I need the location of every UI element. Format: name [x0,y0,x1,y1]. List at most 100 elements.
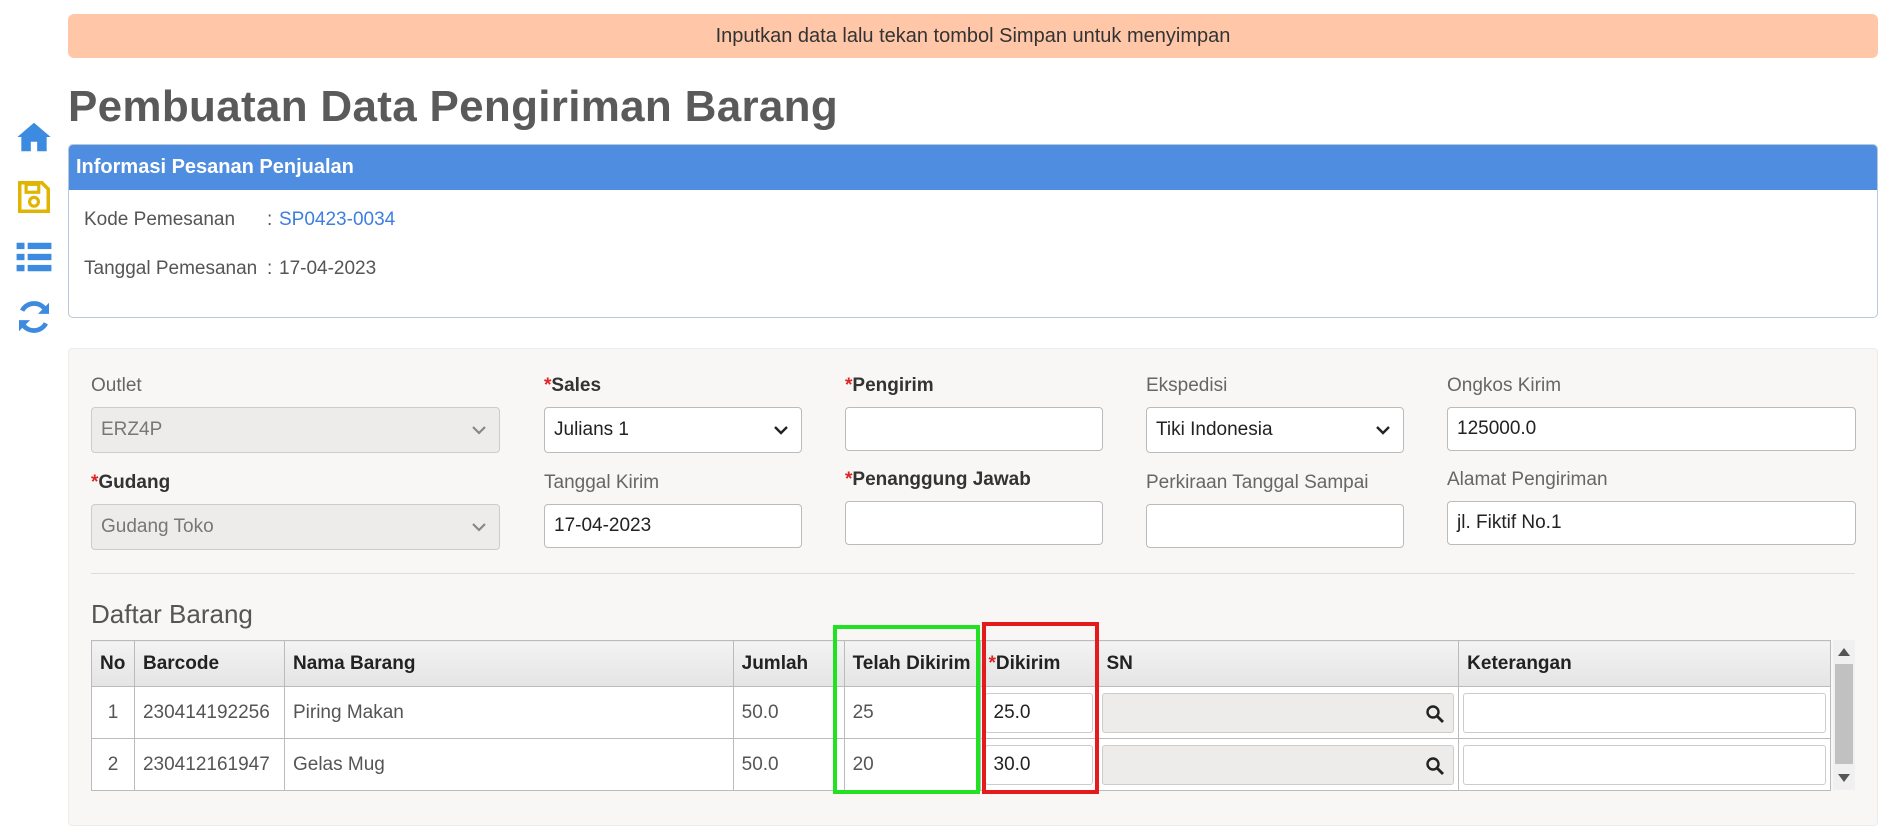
row-nama-barang: Gelas Mug [283,738,734,791]
pengirim-field: *Pengirim [845,375,1103,451]
ekspedisi-field: Ekspedisi Tiki Indonesia [1146,375,1404,453]
penanggung-jawab-field: *Penanggung Jawab [845,469,1103,545]
row-dikirim-cell: 25.0 [979,686,1099,739]
col-keterangan: Keterangan [1458,640,1831,687]
refresh-button[interactable] [12,295,56,339]
order-code-link[interactable]: SP0423-0034 [279,209,395,231]
refresh-icon [18,301,50,333]
order-code-row: Kode Pemesanan : SP0423-0034 [84,209,395,231]
ongkos-kirim-input[interactable]: 125000.0 [1447,407,1856,451]
alamat-field: Alamat Pengiriman jl. Fiktif No.1 [1447,469,1856,545]
list-button[interactable] [12,235,56,279]
sidebar [12,115,56,355]
ekspedisi-value: Tiki Indonesia [1156,419,1273,440]
row-keterangan-cell [1458,686,1831,739]
table-row: 1 230414192256 Piring Makan 50.0 25 25.0 [91,686,1831,739]
gudang-label: *Gudang [91,472,500,494]
row-barcode: 230412161947 [133,738,285,791]
ongkos-kirim-label: Ongkos Kirim [1447,375,1562,396]
items-table: No Barcode Nama Barang Jumlah Telah Diki… [91,640,1831,791]
order-date-label: Tanggal Pemesanan [84,258,258,279]
row-telah-dikirim: 20 [843,738,981,791]
tanggal-kirim-value: 17-04-2023 [554,515,652,536]
alamat-input[interactable]: jl. Fiktif No.1 [1447,501,1856,545]
outlet-label: Outlet [91,375,142,396]
tanggal-kirim-input[interactable]: 17-04-2023 [544,504,802,548]
order-date-separator: : [267,258,273,279]
save-button[interactable] [12,175,56,219]
row-jumlah: 50.0 [732,686,845,739]
col-nama-barang: Nama Barang [283,640,734,687]
col-jumlah: Jumlah [732,640,845,687]
required-marker: * [988,652,996,674]
ekspedisi-select[interactable]: Tiki Indonesia [1146,407,1404,453]
gudang-select[interactable]: Gudang Toko [91,504,500,550]
dikirim-value: 30.0 [993,753,1031,775]
penanggung-jawab-label: *Penanggung Jawab [845,469,1103,491]
items-table-wrapper: No Barcode Nama Barang Jumlah Telah Diki… [91,640,1855,791]
chevron-down-icon [1376,426,1390,435]
ongkos-kirim-value: 125000.0 [1457,418,1537,439]
row-telah-dikirim: 25 [843,686,981,739]
tanggal-kirim-label: Tanggal Kirim [544,472,660,493]
chevron-down-icon [774,426,788,435]
search-icon[interactable] [1425,704,1445,724]
order-info-header: Informasi Pesanan Penjualan [69,145,1877,190]
chevron-down-icon [472,523,486,532]
shipment-form: Outlet ERZ4P *Sales Julians 1 *Pengirim … [68,348,1878,826]
keterangan-input[interactable] [1463,744,1826,785]
table-header-row: No Barcode Nama Barang Jumlah Telah Diki… [91,640,1831,687]
sn-input[interactable] [1102,692,1455,733]
sales-value: Julians 1 [554,419,629,440]
gudang-label-text: Gudang [98,472,171,493]
pengirim-label-text: Pengirim [852,375,934,396]
scroll-down-arrow[interactable] [1838,774,1850,782]
perkiraan-tanggal-field: Perkiraan Tanggal Sampai [1146,472,1404,548]
ekspedisi-label: Ekspedisi [1146,375,1228,396]
gudang-field: *Gudang Gudang Toko [91,472,500,550]
page-title: Pembuatan Data Pengiriman Barang [68,82,839,131]
save-icon [18,181,50,213]
row-sn-cell [1097,738,1460,791]
divider [91,573,1855,574]
perkiraan-tanggal-label: Perkiraan Tanggal Sampai [1146,472,1369,493]
sn-input[interactable] [1102,744,1455,785]
sales-label: *Sales [544,375,802,397]
row-no: 2 [91,738,135,791]
table-row: 2 230412161947 Gelas Mug 50.0 20 30.0 [91,738,1831,791]
col-dikirim: *Dikirim [979,640,1099,687]
alamat-label: Alamat Pengiriman [1447,469,1608,490]
keterangan-input[interactable] [1463,692,1826,733]
row-jumlah: 50.0 [732,738,845,791]
col-no: No [91,640,135,687]
col-barcode: Barcode [133,640,285,687]
col-telah-dikirim: Telah Dikirim [843,640,981,687]
banner-message: Inputkan data lalu tekan tombol Simpan u… [715,24,1231,47]
table-scrollbar[interactable] [1833,640,1855,790]
col-dikirim-text: Dikirim [995,652,1061,674]
outlet-select[interactable]: ERZ4P [91,407,500,453]
search-icon[interactable] [1425,756,1445,776]
sales-label-text: Sales [551,375,602,396]
dikirim-input[interactable]: 30.0 [984,744,1094,785]
items-title: Daftar Barang [91,599,253,629]
chevron-down-icon [472,426,486,435]
col-sn: SN [1097,640,1460,687]
alamat-value: jl. Fiktif No.1 [1457,512,1562,533]
dikirim-value: 25.0 [993,701,1031,723]
scroll-thumb[interactable] [1835,664,1853,764]
penanggung-jawab-input[interactable] [845,501,1103,545]
home-button[interactable] [12,115,56,159]
tanggal-kirim-field: Tanggal Kirim 17-04-2023 [544,472,802,548]
scroll-up-arrow[interactable] [1838,648,1850,656]
dikirim-input[interactable]: 25.0 [984,692,1094,733]
row-nama-barang: Piring Makan [283,686,734,739]
ongkos-kirim-field: Ongkos Kirim 125000.0 [1447,375,1856,451]
row-keterangan-cell [1458,738,1831,791]
order-date-value: 17-04-2023 [279,258,377,279]
pengirim-input[interactable] [845,407,1103,451]
row-no: 1 [91,686,135,739]
gudang-value: Gudang Toko [101,516,214,537]
perkiraan-tanggal-input[interactable] [1146,504,1404,548]
sales-select[interactable]: Julians 1 [544,407,802,453]
